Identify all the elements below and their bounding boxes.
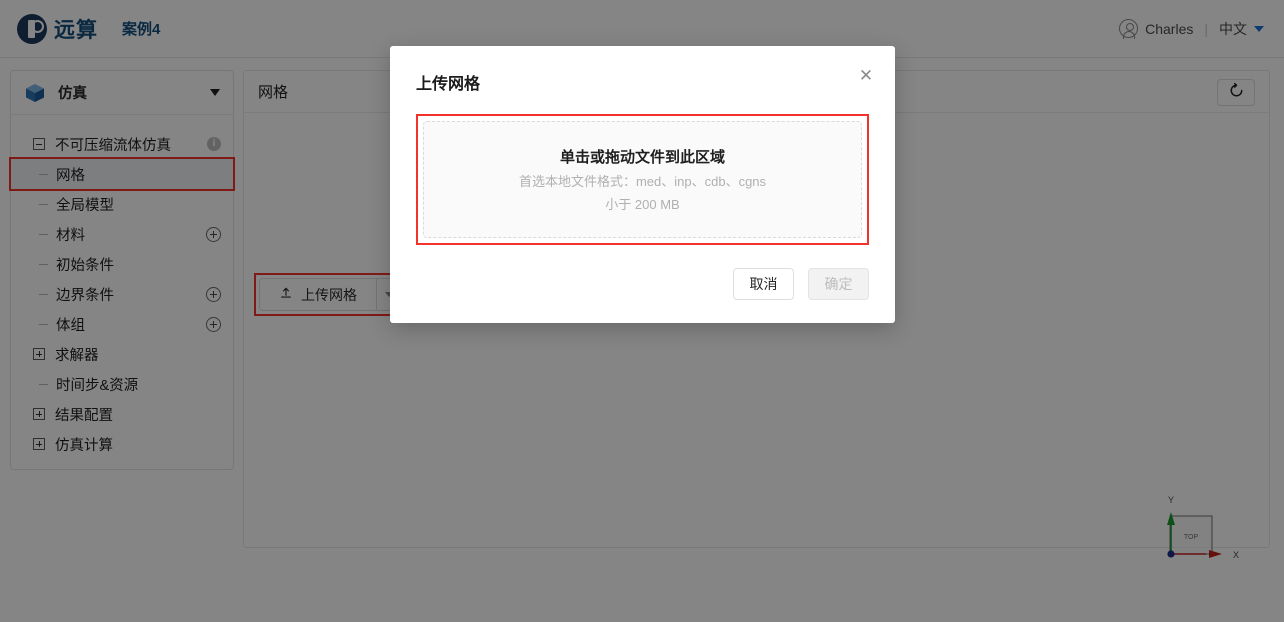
cancel-button[interactable]: 取消 <box>733 268 794 300</box>
dialog-actions: 取消 确定 <box>733 268 869 300</box>
dropzone-size-text: 小于 200 MB <box>605 197 680 212</box>
dropzone-main-text: 单击或拖动文件到此区域 <box>559 149 725 166</box>
confirm-button: 确定 <box>808 268 869 300</box>
dropzone-highlight: 单击或拖动文件到此区域 首选本地文件格式：med、inp、cdb、cgns 小于… <box>416 114 869 245</box>
file-dropzone[interactable]: 单击或拖动文件到此区域 首选本地文件格式：med、inp、cdb、cgns 小于… <box>423 121 862 238</box>
upload-mesh-dialog: 上传网格 ✕ 单击或拖动文件到此区域 首选本地文件格式：med、inp、cdb、… <box>390 46 895 323</box>
dialog-title: 上传网格 <box>416 76 481 93</box>
app-root: 远算 案例4 Charles | 中文 仿真 不可压缩流体仿真 i 网格 全局模… <box>0 0 1284 622</box>
dropzone-format-text: 首选本地文件格式：med、inp、cdb、cgns <box>518 174 767 189</box>
close-icon[interactable]: ✕ <box>855 64 877 86</box>
